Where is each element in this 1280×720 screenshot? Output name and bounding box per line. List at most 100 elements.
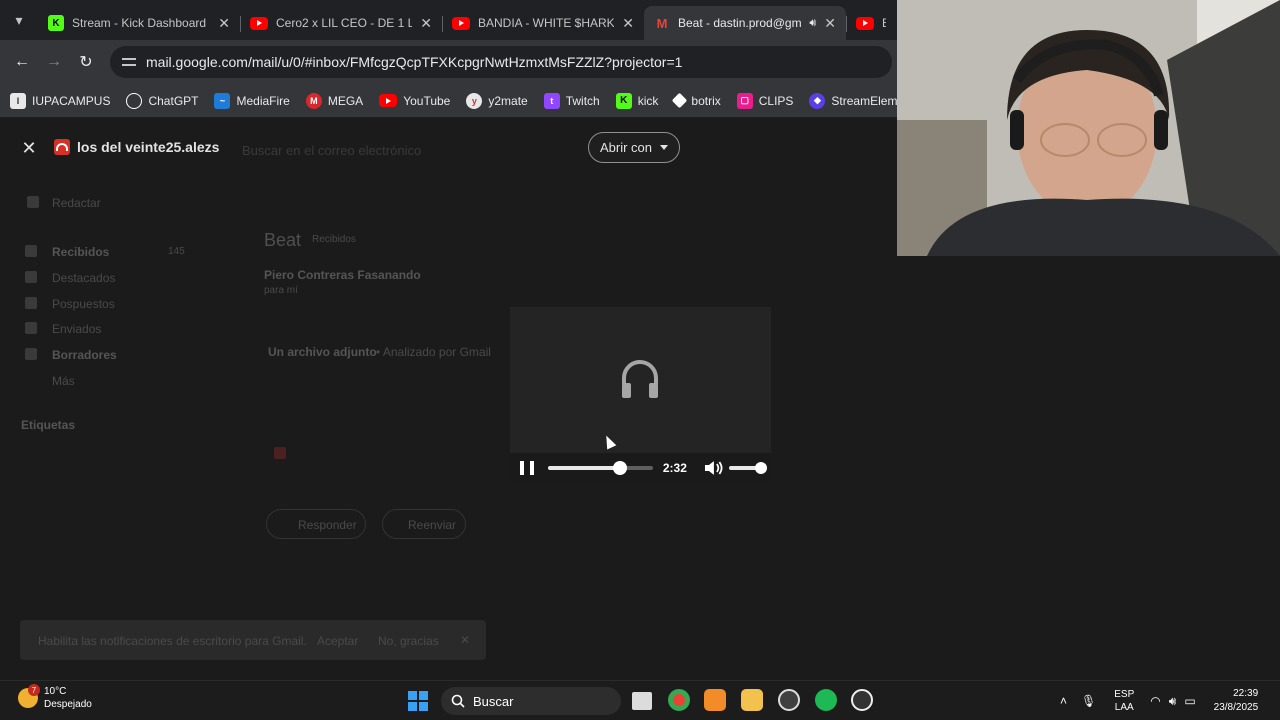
volume-icon[interactable] <box>704 460 724 476</box>
mediafire-icon: ~ <box>214 92 231 109</box>
bookmark-twitch[interactable]: t Twitch <box>543 92 600 109</box>
nav-drafts: Borradores <box>52 348 117 362</box>
nav-starred: Destacados <box>52 271 116 285</box>
iupacampus-icon: I <box>10 92 26 109</box>
bookmark-chatgpt[interactable]: ChatGPT <box>126 92 198 109</box>
clock-icon <box>25 297 37 309</box>
audio-file-icon <box>274 447 286 459</box>
browser-toolbar: ← → ↻ mail.google.com/mail/u/0/#inbox/FM… <box>0 40 900 84</box>
bookmark-mega[interactable]: M MEGA <box>305 92 363 109</box>
close-tab-icon[interactable]: ✕ <box>218 15 230 32</box>
seek-bar[interactable] <box>547 461 653 475</box>
volume-handle[interactable] <box>755 462 767 474</box>
notification-decline: No, gracias <box>378 634 439 648</box>
forward-label: Reenviar <box>408 518 457 532</box>
taskbar: 7 10°C Despejado Buscar ˄ 🎙︎ ESP LAA ◠ 🔊… <box>0 680 1280 720</box>
bookmark-clips[interactable]: ▢ CLIPS <box>736 92 793 109</box>
close-tab-icon[interactable]: ✕ <box>824 15 836 32</box>
speaker-icon[interactable]: 🔊︎ <box>1169 694 1177 709</box>
audio-file-icon <box>54 139 70 155</box>
fl-studio-icon[interactable] <box>704 689 726 711</box>
clock[interactable]: 22:39 23/8/2025 <box>1214 687 1259 715</box>
nav-inbox: Recibidos <box>52 245 110 259</box>
notification-accept: Aceptar <box>317 634 359 648</box>
close-icon: ✕ <box>460 633 471 647</box>
spotify-icon[interactable] <box>815 689 837 711</box>
inbox-count: 145 <box>168 246 185 257</box>
twitch-icon: t <box>543 92 560 109</box>
recipient: para mí <box>264 285 298 296</box>
chrome-icon[interactable] <box>668 689 690 711</box>
media-player-icon[interactable] <box>851 689 873 711</box>
youtube-icon <box>856 16 874 30</box>
nav-more: Más <box>52 374 75 388</box>
back-icon[interactable]: ← <box>8 48 36 76</box>
bookmark-mediafire[interactable]: ~ MediaFire <box>214 92 290 109</box>
tab-strip: ▾ K Stream - Kick Dashboard ✕ Cero2 x LI… <box>0 0 900 40</box>
system-tray: ˄ 🎙︎ ESP LAA ◠ 🔊︎ ▭ 22:39 23/8/2025 <box>1060 681 1258 720</box>
youtube-icon <box>250 16 268 30</box>
search-placeholder: Buscar en el correo electrónico <box>242 143 422 158</box>
tab-bandia[interactable]: BANDIA - WHITE $HARK (P ✕ <box>442 6 644 40</box>
weather-badge: 7 <box>28 684 40 696</box>
mega-icon: M <box>305 92 322 109</box>
player-controls: 2:32 <box>510 453 771 483</box>
forward-icon[interactable]: → <box>40 48 68 76</box>
temperature: 10°C <box>44 686 67 697</box>
email-subject: Beat <box>264 230 302 250</box>
sender-name: Piero Contreras Fasanando <box>264 268 421 282</box>
reload-icon[interactable]: ↻ <box>72 48 100 76</box>
attachment-heading: Un archivo adjunto <box>268 345 377 359</box>
notification-banner: Habilita las notificaciones de escritori… <box>20 620 486 660</box>
gmail-icon: M <box>656 15 668 31</box>
close-preview-icon[interactable]: ✕ <box>18 137 40 159</box>
seek-handle[interactable] <box>613 461 628 475</box>
kick-icon: K <box>48 15 64 31</box>
file-explorer-icon[interactable] <box>741 689 763 711</box>
search-icon <box>451 694 465 708</box>
language-indicator[interactable]: ESP LAA <box>1114 688 1134 714</box>
taskbar-search[interactable]: Buscar <box>441 687 621 715</box>
bookmark-iupacampus[interactable]: I IUPACAMPUS <box>10 92 110 109</box>
inbox-icon <box>25 245 37 257</box>
close-tab-icon[interactable]: ✕ <box>420 15 432 32</box>
site-info-icon[interactable] <box>122 55 136 69</box>
preview-filename: los del veinte25.alezs <box>77 139 220 155</box>
tab-es[interactable]: ES <box>846 6 896 40</box>
streamelements-icon: ◆ <box>809 92 826 109</box>
bookmark-streamelements[interactable]: ◆StreamElements <box>809 92 900 109</box>
bookmark-botrix[interactable]: botrix <box>672 92 721 109</box>
close-tab-icon[interactable]: ✕ <box>622 15 634 32</box>
battery-icon[interactable]: ▭ <box>1184 694 1195 708</box>
bookmarks-bar: I IUPACAMPUS ChatGPT ~ MediaFire M MEGA You… <box>0 84 900 118</box>
draft-icon <box>25 348 37 360</box>
address-bar[interactable]: mail.google.com/mail/u/0/#inbox/FMfcgzQc… <box>110 46 892 78</box>
seek-progress <box>547 466 621 470</box>
weather-condition: Despejado <box>44 699 92 710</box>
headphones-icon <box>622 360 658 398</box>
nav-snoozed: Pospuestos <box>52 297 115 311</box>
bookmark-kick[interactable]: Kkick <box>615 92 658 109</box>
volume-slider[interactable] <box>729 462 767 474</box>
subject-tag: Recibidos <box>312 234 356 245</box>
labels-heading: Etiquetas <box>21 418 76 432</box>
windows-start-icon[interactable] <box>408 691 428 711</box>
bookmark-y2mate[interactable]: y y2mate <box>466 92 528 109</box>
weather-widget[interactable]: 7 10°C Despejado <box>18 684 92 711</box>
task-view-icon[interactable] <box>632 692 652 710</box>
wifi-icon[interactable]: ◠ <box>1150 694 1160 708</box>
tab-beat-gmail[interactable]: M Beat - dastin.prod@gm 🔊︎ ✕ <box>644 6 846 40</box>
microphone-icon[interactable]: 🎙︎ <box>1081 694 1096 708</box>
pause-button[interactable] <box>520 461 534 475</box>
clips-icon: ▢ <box>736 92 753 109</box>
speaker-icon[interactable]: 🔊︎ <box>809 17 816 30</box>
obs-icon[interactable] <box>778 689 800 711</box>
bookmark-youtube[interactable]: YouTube <box>379 94 450 108</box>
tab-search-icon[interactable]: ▾ <box>0 0 38 40</box>
y2mate-icon: y <box>466 92 483 109</box>
chevron-up-icon[interactable]: ˄ <box>1060 694 1067 708</box>
open-with-button[interactable]: Abrir con <box>588 132 680 163</box>
tab-kick-dashboard[interactable]: K Stream - Kick Dashboard ✕ <box>38 6 240 40</box>
tab-cero2[interactable]: Cero2 x LIL CEO - DE 1 LE D ✕ <box>240 6 442 40</box>
youtube-icon <box>379 94 398 107</box>
